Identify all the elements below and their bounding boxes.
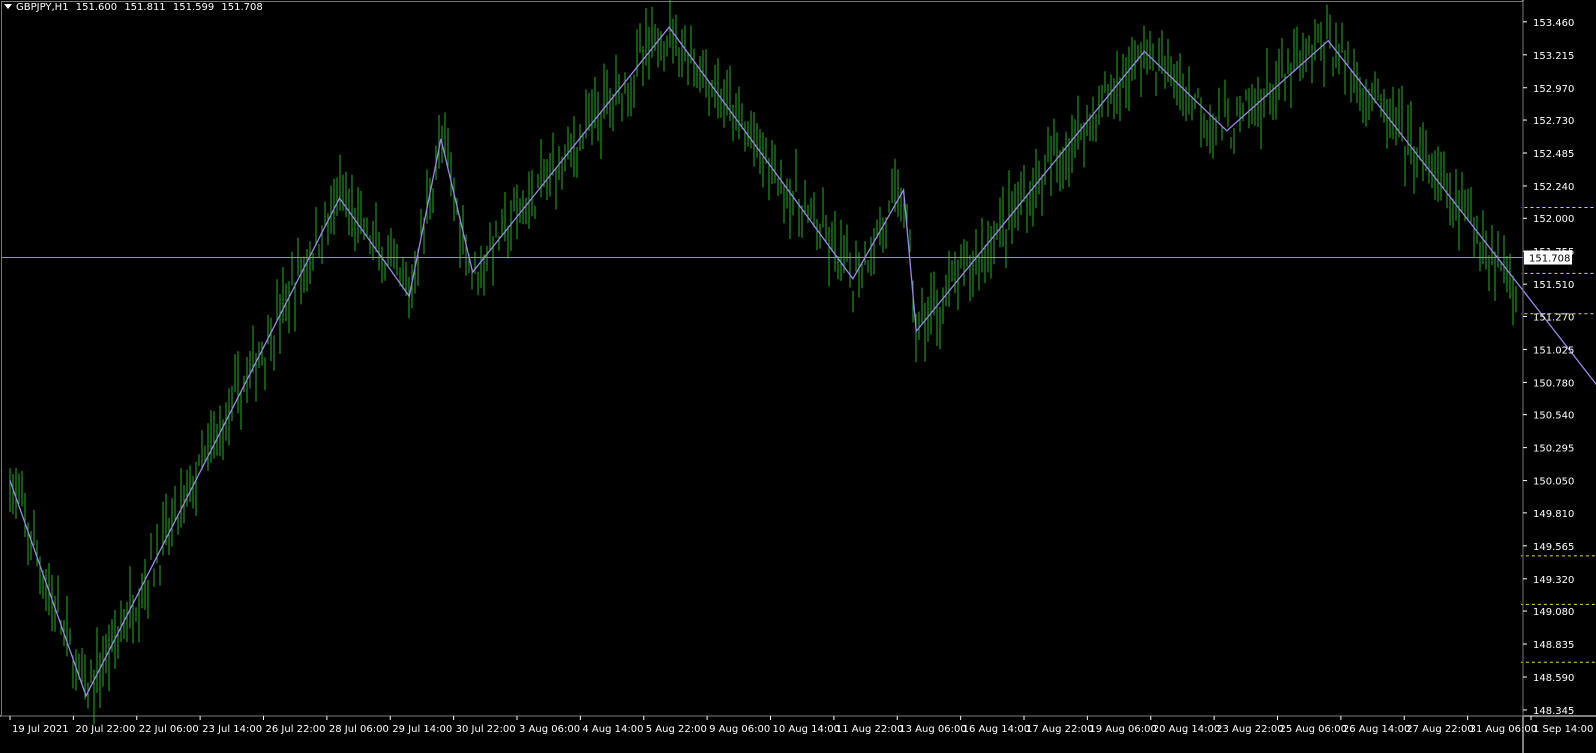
chart-header: GBPJPY,H1 151.600 151.811 151.599 151.70… xyxy=(16,2,267,13)
time-tick-label: 5 Aug 22:00 xyxy=(646,724,707,735)
time-tick-label: 20 Jul 22:00 xyxy=(75,724,135,735)
price-tag-label: 151.708 xyxy=(1529,254,1570,265)
price-tick-label: 150.050 xyxy=(1533,477,1574,488)
time-tick-label: 30 Jul 22:00 xyxy=(456,724,516,735)
time-tick-label: 29 Jul 14:00 xyxy=(392,724,452,735)
price-tick-label: 152.730 xyxy=(1533,116,1574,127)
time-tick-label: 3 Aug 06:00 xyxy=(519,724,580,735)
time-tick-label: 27 Aug 22:00 xyxy=(1406,724,1473,735)
price-tick-label: 150.540 xyxy=(1533,411,1574,422)
symbol-label: GBPJPY,H1 xyxy=(16,2,69,13)
time-tick-label: 9 Aug 06:00 xyxy=(709,724,770,735)
price-tick-label: 149.320 xyxy=(1533,575,1574,586)
price-tick-label: 149.080 xyxy=(1533,607,1574,618)
price-tick-label: 149.810 xyxy=(1533,509,1574,520)
price-tick-label: 152.485 xyxy=(1533,149,1574,160)
high-value: 151.811 xyxy=(124,2,166,13)
time-tick-label: 13 Aug 06:00 xyxy=(899,724,966,735)
price-tick-label: 151.270 xyxy=(1533,312,1574,323)
price-tick-label: 148.835 xyxy=(1533,640,1574,651)
time-tick-label: 11 Aug 22:00 xyxy=(836,724,903,735)
time-tick-label: 10 Aug 14:00 xyxy=(773,724,840,735)
time-tick-label: 20 Aug 14:00 xyxy=(1153,724,1220,735)
close-value: 151.708 xyxy=(221,2,263,13)
time-tick-label: 22 Jul 06:00 xyxy=(139,724,199,735)
time-tick-label: 4 Aug 14:00 xyxy=(582,724,643,735)
price-tick-label: 148.590 xyxy=(1533,673,1574,684)
price-chart[interactable]: XABCD 153.460153.215152.970152.730152.48… xyxy=(0,0,1596,753)
current-price-tag: 151.708 xyxy=(1524,250,1572,265)
time-tick-label: 23 Aug 22:00 xyxy=(1216,724,1283,735)
price-tick-label: 152.000 xyxy=(1533,214,1574,225)
time-tick-label: 28 Jul 06:00 xyxy=(329,724,389,735)
time-tick-label: 19 Aug 06:00 xyxy=(1089,724,1156,735)
time-tick-label: 17 Aug 22:00 xyxy=(1026,724,1093,735)
low-value: 151.599 xyxy=(172,2,215,13)
time-tick-label: 26 Aug 14:00 xyxy=(1343,724,1410,735)
price-tick-label: 152.240 xyxy=(1533,182,1574,193)
price-tick-label: 153.215 xyxy=(1533,51,1574,62)
chart-background xyxy=(0,0,1596,753)
time-tick-label: 26 Jul 22:00 xyxy=(266,724,326,735)
time-tick-label: 31 Aug 06:00 xyxy=(1470,724,1537,735)
time-tick-label: 23 Jul 14:00 xyxy=(202,724,262,735)
price-tick-label: 148.345 xyxy=(1533,706,1574,717)
price-tick-label: 149.565 xyxy=(1533,542,1574,553)
price-tick-label: 151.025 xyxy=(1533,345,1574,356)
open-value: 151.600 xyxy=(75,2,118,13)
time-tick-label: 1 Sep 14:00 xyxy=(1533,724,1593,735)
time-tick-label: 16 Aug 14:00 xyxy=(963,724,1030,735)
price-tick-label: 150.780 xyxy=(1533,378,1574,389)
price-tick-label: 150.295 xyxy=(1533,444,1574,455)
time-tick-label: 25 Aug 06:00 xyxy=(1280,724,1347,735)
symbol-menu-arrow-icon[interactable] xyxy=(4,4,12,9)
time-tick-label: 19 Jul 2021 xyxy=(12,724,69,735)
price-tick-label: 153.460 xyxy=(1533,18,1574,29)
price-tick-label: 151.510 xyxy=(1533,280,1574,291)
price-tick-label: 152.970 xyxy=(1533,84,1574,95)
